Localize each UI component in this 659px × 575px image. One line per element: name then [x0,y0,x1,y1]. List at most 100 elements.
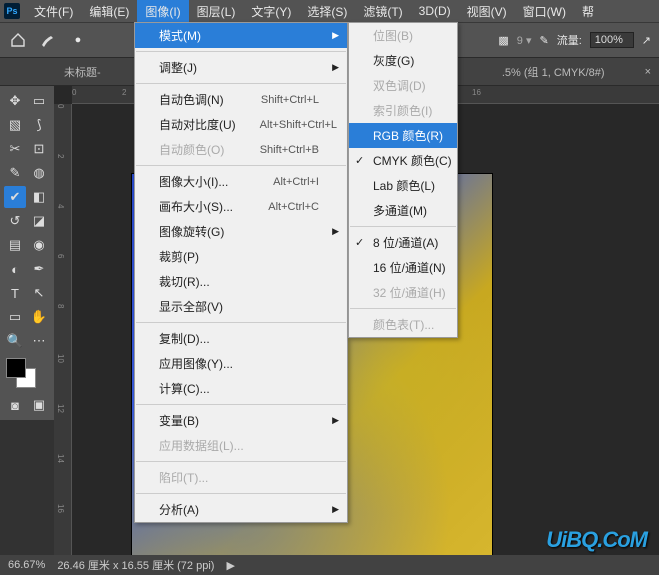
ruler-tick: 10 [56,354,65,363]
airbrush-icon[interactable]: ↗ [642,34,651,47]
ruler-tick: 2 [122,88,126,97]
brush-preset-icon[interactable] [38,30,58,50]
zoom-level[interactable]: 66.67% [8,559,45,571]
type-tool-icon[interactable]: T [4,282,26,304]
check-icon: ✓ [355,154,364,167]
doc-dimensions[interactable]: 26.46 厘米 x 16.55 厘米 (72 ppi) [57,557,214,573]
eyedropper-tool-icon[interactable]: ✎ [4,162,26,184]
color-swatches[interactable] [4,354,50,392]
lasso-tool-icon[interactable]: ⟆ [28,114,50,136]
status-bar: 66.67% 26.46 厘米 x 16.55 厘米 (72 ppi) ▶ [0,555,659,575]
menu-auto-color[interactable]: 自动颜色(O)Shift+Ctrl+B [135,137,347,162]
opacity-icon[interactable]: ▩ [498,34,508,47]
mode-8bit[interactable]: ✓8 位/通道(A) [349,230,457,255]
gradient-tool-icon[interactable]: ▤ [4,234,26,256]
menu-type[interactable]: 文字(Y) [243,0,299,23]
check-icon: ✓ [355,236,364,249]
eraser-tool-icon[interactable]: ◪ [28,210,50,232]
path-tool-icon[interactable]: ↖ [28,282,50,304]
status-arrow-icon[interactable]: ▶ [226,559,234,572]
ruler-tick: 16 [56,504,65,513]
menu-select[interactable]: 选择(S) [299,0,355,23]
menu-adjustments[interactable]: 调整(J)▶ [135,55,347,80]
submenu-arrow-icon: ▶ [332,415,339,426]
menu-auto-tone[interactable]: 自动色调(N)Shift+Ctrl+L [135,87,347,112]
brush-tool-icon[interactable]: ✔ [4,186,26,208]
menu-auto-contrast[interactable]: 自动对比度(U)Alt+Shift+Ctrl+L [135,112,347,137]
mode-multichannel[interactable]: 多通道(M) [349,198,457,223]
menu-help[interactable]: 帮 [574,0,602,23]
menu-image-size[interactable]: 图像大小(I)...Alt+Ctrl+I [135,169,347,194]
mode-cmyk[interactable]: ✓CMYK 颜色(C) [349,148,457,173]
ruler-tick: 14 [56,454,65,463]
blur-tool-icon[interactable]: ◉ [28,234,50,256]
edit-toolbar-icon[interactable]: ⋯ [28,330,50,352]
patch-tool-icon[interactable]: ◍ [28,162,50,184]
doc-tab-left[interactable]: 未标题- [64,64,101,80]
pen-tool-icon[interactable]: ✒ [28,258,50,280]
menu-layer[interactable]: 图层(L) [189,0,244,23]
menu-filter[interactable]: 滤镜(T) [355,0,410,23]
menu-calculations[interactable]: 计算(C)... [135,376,347,401]
menu-crop[interactable]: 裁剪(P) [135,244,347,269]
mode-color-table[interactable]: 颜色表(T)... [349,312,457,337]
mode-grayscale[interactable]: 灰度(G) [349,48,457,73]
tool-panel: ✥ ▭ ▧ ⟆ ✂ ⊡ ✎ ◍ ✔ ◧ ↺ ◪ ▤ ◉ ◐ ✒ T ↖ ▭ ✋ … [0,86,54,420]
doc-tab-right[interactable]: .5% (组 1, CMYK/8#) [502,64,605,80]
menu-variables[interactable]: 变量(B)▶ [135,408,347,433]
menu-trim[interactable]: 裁切(R)... [135,269,347,294]
quickmask-icon[interactable]: ◙ [4,394,26,416]
submenu-arrow-icon: ▶ [332,504,339,515]
dodge-tool-icon[interactable]: ◐ [4,258,26,280]
screenmode-icon[interactable]: ▣ [28,394,50,416]
tab-close-icon[interactable]: × [645,66,651,78]
shape-tool-icon[interactable]: ▭ [4,306,26,328]
mode-duotone[interactable]: 双色调(D) [349,73,457,98]
mode-32bit[interactable]: 32 位/通道(H) [349,280,457,305]
menu-file[interactable]: 文件(F) [26,0,81,23]
home-icon[interactable] [8,30,28,50]
menu-duplicate[interactable]: 复制(D)... [135,326,347,351]
menu-reveal-all[interactable]: 显示全部(V) [135,294,347,319]
menu-apply-dataset[interactable]: 应用数据组(L)... [135,433,347,458]
stamp-tool-icon[interactable]: ◧ [28,186,50,208]
history-brush-icon[interactable]: ↺ [4,210,26,232]
menu-image[interactable]: 图像(I) [137,0,188,23]
fg-color-swatch[interactable] [6,358,26,378]
shortcut: Shift+Ctrl+L [237,94,319,106]
menu-rotate[interactable]: 图像旋转(G)▶ [135,219,347,244]
frame-tool-icon[interactable]: ⊡ [28,138,50,160]
submenu-arrow-icon: ▶ [332,62,339,73]
menu-mode[interactable]: 模式(M)▶ [135,23,347,48]
menu-analysis[interactable]: 分析(A)▶ [135,497,347,522]
mode-bitmap[interactable]: 位图(B) [349,23,457,48]
ruler-tick: 12 [56,404,65,413]
menu-apply-image[interactable]: 应用图像(Y)... [135,351,347,376]
mode-16bit[interactable]: 16 位/通道(N) [349,255,457,280]
pressure-icon[interactable]: ✎ [540,34,549,47]
ruler-vertical[interactable]: 0 2 4 6 8 10 12 14 16 [54,104,72,555]
hand-tool-icon[interactable]: ✋ [28,306,50,328]
flow-input[interactable] [590,32,634,48]
mode-rgb[interactable]: RGB 颜色(R) [349,123,457,148]
ruler-tick: 4 [56,204,65,208]
watermark-text: UiBQ.CoM [546,527,647,553]
mode-indexed[interactable]: 索引颜色(I) [349,98,457,123]
mode-lab[interactable]: Lab 颜色(L) [349,173,457,198]
brush-size-icon[interactable]: ● [68,30,88,50]
crop-tool-icon[interactable]: ✂ [4,138,26,160]
ps-logo: Ps [4,3,20,19]
ruler-tick: 0 [56,104,65,108]
menu-view[interactable]: 视图(V) [459,0,515,23]
menu-window[interactable]: 窗口(W) [515,0,574,23]
menu-3d[interactable]: 3D(D) [411,1,459,21]
menu-canvas-size[interactable]: 画布大小(S)...Alt+Ctrl+C [135,194,347,219]
menu-trap[interactable]: 陷印(T)... [135,465,347,490]
menu-bar: Ps 文件(F) 编辑(E) 图像(I) 图层(L) 文字(Y) 选择(S) 滤… [0,0,659,22]
shortcut: Alt+Ctrl+C [244,201,319,213]
zoom-tool-icon[interactable]: 🔍 [4,330,26,352]
artboard-tool-icon[interactable]: ▭ [28,90,50,112]
marquee-tool-icon[interactable]: ▧ [4,114,26,136]
menu-edit[interactable]: 编辑(E) [81,0,137,23]
move-tool-icon[interactable]: ✥ [4,90,26,112]
